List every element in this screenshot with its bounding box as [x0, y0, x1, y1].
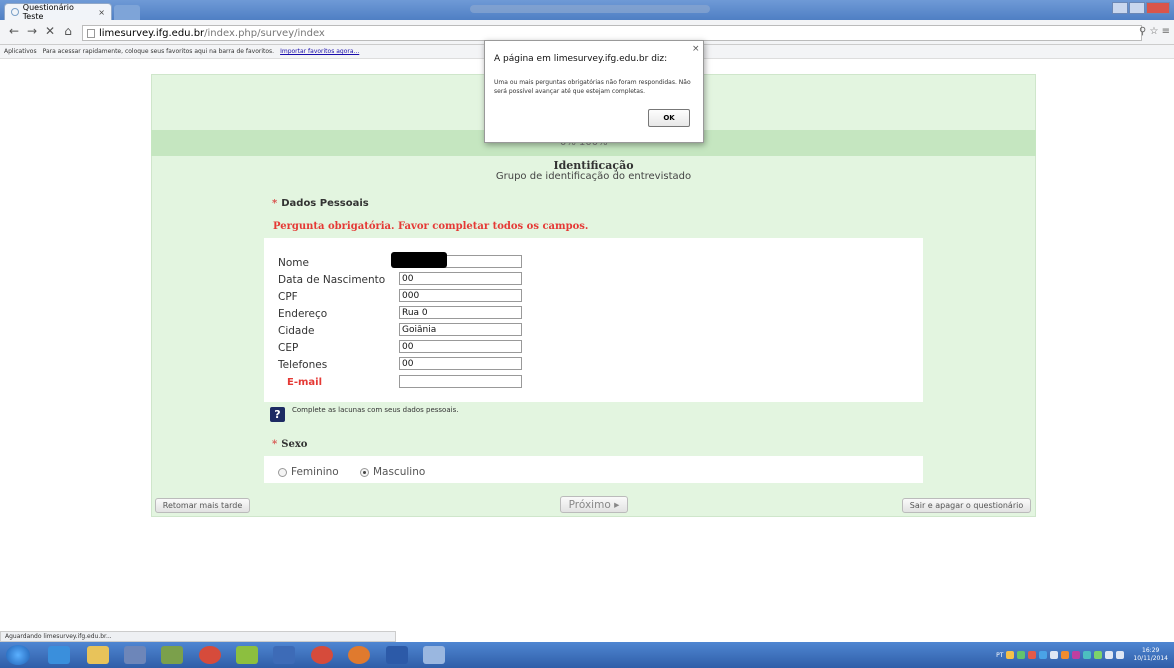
- new-tab-button[interactable]: [114, 5, 140, 20]
- home-icon[interactable]: ⌂: [60, 24, 76, 38]
- field-label-endereco: Endereço: [278, 308, 328, 320]
- chrome-icon[interactable]: [311, 646, 333, 664]
- telefones-input[interactable]: [399, 357, 522, 370]
- question-title: * Dados Pessoais: [264, 194, 923, 214]
- radio-feminino[interactable]: Feminino: [278, 466, 339, 478]
- loading-icon: [11, 8, 19, 16]
- import-bookmarks-link[interactable]: Importar favoritos agora...: [280, 48, 359, 55]
- cpf-input[interactable]: [399, 289, 522, 302]
- volume-icon[interactable]: [1116, 651, 1125, 659]
- bookmarks-hint: Para acessar rapidamente, coloque seus f…: [42, 48, 275, 55]
- language-indicator[interactable]: PT: [996, 652, 1003, 659]
- window-title: [470, 5, 710, 13]
- nav-buttons: ← → ✕ ⌂: [6, 24, 76, 38]
- redacted-block: [391, 252, 447, 268]
- tray-icon[interactable]: [1006, 651, 1015, 659]
- forward-icon[interactable]: →: [24, 24, 40, 38]
- stop-icon[interactable]: ✕: [42, 24, 58, 38]
- address-bar[interactable]: limesurvey.ifg.edu.br/index.php/survey/i…: [82, 25, 1142, 41]
- cidade-input[interactable]: [399, 323, 522, 336]
- field-label-nome: Nome: [278, 257, 309, 269]
- tray-icon[interactable]: [1061, 651, 1070, 659]
- close-icon[interactable]: ×: [692, 44, 700, 54]
- chrome-icon[interactable]: [199, 646, 221, 664]
- start-button[interactable]: [6, 645, 30, 665]
- system-tray: PT 16:29 10/11/2014: [874, 642, 1174, 668]
- maximize-button[interactable]: [1129, 2, 1145, 14]
- url-path: /index.php/survey/index: [204, 27, 325, 39]
- endereco-input[interactable]: [399, 306, 522, 319]
- tray-icon[interactable]: [1072, 651, 1081, 659]
- browser-menu-icons[interactable]: ⚲ ☆ ≡: [1139, 26, 1170, 37]
- tray-icon[interactable]: [1039, 651, 1048, 659]
- help-text: Complete as lacunas com seus dados pesso…: [292, 406, 459, 414]
- resume-later-button[interactable]: Retomar mais tarde: [155, 498, 250, 513]
- dialog-title: A página em limesurvey.ifg.edu.br diz:: [494, 54, 668, 64]
- question-title: * Sexo: [264, 434, 923, 456]
- app-icon[interactable]: [236, 646, 258, 664]
- ok-button[interactable]: OK: [648, 109, 690, 127]
- radio-selected-icon[interactable]: [360, 467, 369, 477]
- app-icon[interactable]: [124, 646, 146, 664]
- clock[interactable]: 16:29 10/11/2014: [1133, 647, 1168, 663]
- field-label-cidade: Cidade: [278, 325, 315, 337]
- data-nascimento-input[interactable]: [399, 272, 522, 285]
- field-label-nascimento: Data de Nascimento: [278, 274, 386, 286]
- word-icon[interactable]: [386, 646, 408, 664]
- field-label-email: E-mail: [287, 377, 323, 388]
- required-asterisk: *: [272, 198, 278, 209]
- network-icon[interactable]: [1105, 651, 1114, 659]
- tray-icon[interactable]: [1083, 651, 1092, 659]
- app-icon[interactable]: [161, 646, 183, 664]
- explorer-icon[interactable]: [87, 646, 109, 664]
- page-icon: [87, 28, 95, 38]
- firefox-icon[interactable]: [348, 646, 370, 664]
- next-button[interactable]: Próximo ▸: [560, 496, 628, 513]
- tab-close-icon[interactable]: ×: [98, 8, 105, 17]
- ie-icon[interactable]: [48, 646, 70, 664]
- field-label-cep: CEP: [278, 342, 299, 354]
- email-input[interactable]: [399, 375, 522, 388]
- field-label-telefones: Telefones: [278, 359, 328, 371]
- help-icon: ?: [270, 407, 285, 422]
- close-window-button[interactable]: [1146, 2, 1170, 14]
- field-label-cpf: CPF: [278, 291, 298, 303]
- radio-icon[interactable]: [278, 467, 287, 477]
- app-icon[interactable]: [423, 646, 445, 664]
- tray-icon[interactable]: [1094, 651, 1103, 659]
- app-icon[interactable]: [273, 646, 295, 664]
- tray-icon[interactable]: [1050, 651, 1059, 659]
- apps-shortcut[interactable]: Aplicativos: [4, 48, 37, 55]
- radio-masculino[interactable]: Masculino: [360, 466, 425, 478]
- cep-input[interactable]: [399, 340, 522, 353]
- dialog-message: Uma ou mais perguntas obrigatórias não f…: [494, 79, 691, 95]
- required-asterisk: *: [272, 439, 278, 450]
- tray-icon[interactable]: [1017, 651, 1026, 659]
- minimize-button[interactable]: [1112, 2, 1128, 14]
- browser-tab[interactable]: Questionário Teste ×: [4, 3, 112, 21]
- tray-icon[interactable]: [1028, 651, 1037, 659]
- status-bar: Aguardando limesurvey.ifg.edu.br...: [0, 631, 396, 642]
- window-controls: [1112, 2, 1170, 14]
- exit-clear-button[interactable]: Sair e apagar o questionário: [902, 498, 1031, 513]
- group-description: Grupo de identificação do entrevistado: [495, 171, 692, 182]
- url-host: limesurvey.ifg.edu.br: [99, 27, 205, 39]
- mandatory-error: Pergunta obrigatória. Favor completar to…: [264, 214, 923, 238]
- tab-title: Questionário Teste: [22, 3, 74, 21]
- back-icon[interactable]: ←: [6, 24, 22, 38]
